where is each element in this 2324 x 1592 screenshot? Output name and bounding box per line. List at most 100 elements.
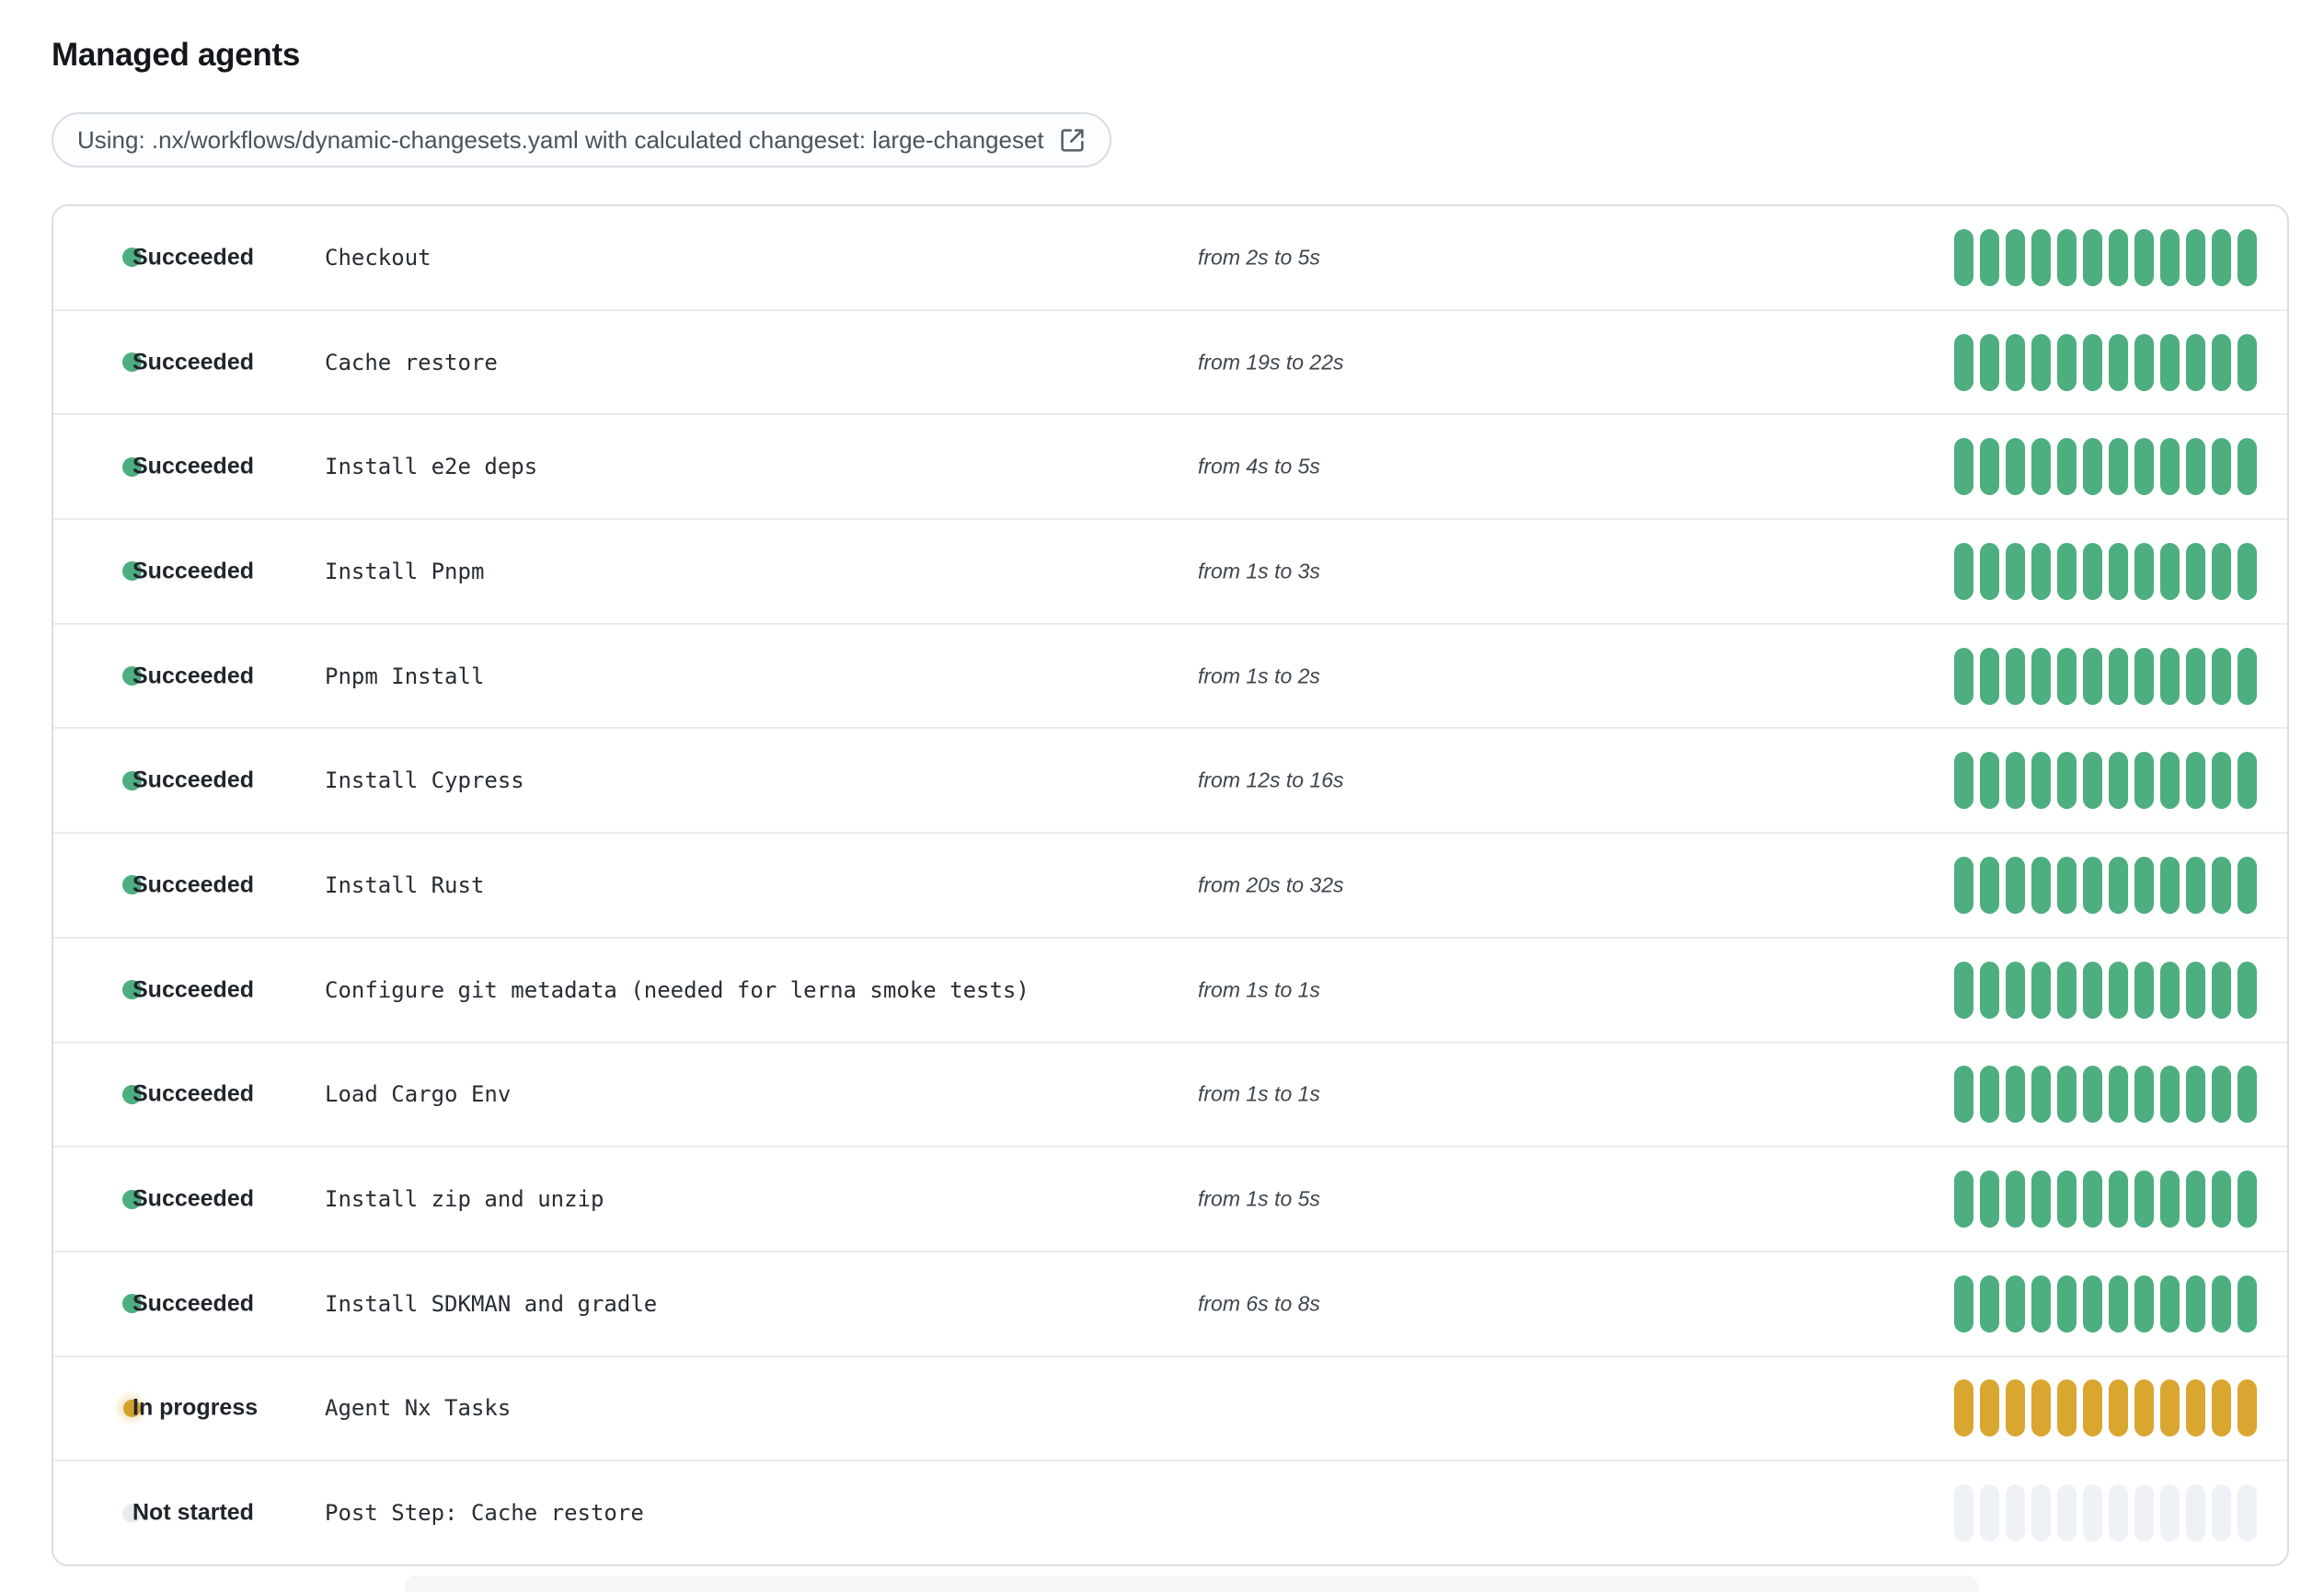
progress-segment — [2160, 856, 2180, 914]
progress-segment — [2134, 647, 2154, 705]
progress-segment — [2083, 1275, 2102, 1332]
progress-segment — [1954, 1066, 1973, 1124]
progress-segment — [1954, 856, 1973, 914]
status-label: Succeeded — [132, 1080, 255, 1107]
progress-segment — [2057, 438, 2077, 496]
progress-segment — [2109, 856, 2128, 914]
progress-segment — [2031, 856, 2051, 914]
progress-segment — [2134, 752, 2154, 810]
step-name: Checkout — [325, 244, 431, 271]
progress-segment — [2160, 1066, 2180, 1124]
progress-segment — [2160, 1379, 2180, 1437]
progress-segment — [1980, 1484, 1999, 1542]
progress-segment — [2109, 228, 2128, 286]
progress-segment — [2134, 1484, 2154, 1542]
progress-segment — [2006, 1379, 2025, 1437]
agent-step-row[interactable]: Succeeded Configure git metadata (needed… — [53, 936, 2287, 1042]
progress-segment — [1954, 1379, 1973, 1437]
progress-segment — [2212, 961, 2231, 1019]
next-section-peek — [405, 1575, 1978, 1592]
progress-segment — [2134, 1171, 2154, 1229]
progress-segment — [1954, 961, 1973, 1019]
progress-segment — [1980, 1275, 1999, 1332]
agent-step-row[interactable]: Succeeded Checkout from 2s to 5s — [53, 206, 2287, 309]
progress-segment — [2006, 1171, 2025, 1229]
progress-segment — [2186, 647, 2205, 705]
agent-step-row[interactable]: Succeeded Load Cargo Env from 1s to 1s — [53, 1041, 2287, 1147]
step-name: Load Cargo Env — [325, 1081, 512, 1108]
progress-segment — [1980, 542, 1999, 600]
status-label: Succeeded — [132, 1185, 255, 1212]
progress-segment — [2134, 856, 2154, 914]
agent-step-row[interactable]: Succeeded Install e2e deps from 4s to 5s — [53, 413, 2287, 518]
progress-segment — [2134, 438, 2154, 496]
progress-segment — [2160, 752, 2180, 810]
progress-segment — [2083, 1379, 2102, 1437]
status-label: Succeeded — [132, 244, 255, 271]
progress-segment — [2006, 333, 2025, 391]
progress-segment — [2031, 752, 2051, 810]
progress-bar — [1954, 438, 2257, 496]
progress-segment — [2160, 1275, 2180, 1332]
agent-step-row[interactable]: Succeeded Install Rust from 20s to 32s — [53, 832, 2287, 937]
workflow-banner[interactable]: Using: .nx/workflows/dynamic-changesets.… — [52, 112, 1111, 167]
agent-step-row[interactable]: Succeeded Install Pnpm from 1s to 3s — [53, 518, 2287, 623]
agent-step-row[interactable]: Succeeded Install zip and unzip from 1s … — [53, 1146, 2287, 1251]
progress-segment — [2186, 228, 2205, 286]
progress-segment — [2238, 1275, 2257, 1332]
progress-segment — [2186, 1379, 2205, 1437]
progress-segment — [1980, 438, 1999, 496]
progress-segment — [2160, 961, 2180, 1019]
progress-segment — [2109, 333, 2128, 391]
progress-segment — [2212, 228, 2231, 286]
progress-segment — [2006, 1275, 2025, 1332]
progress-segment — [2083, 228, 2102, 286]
progress-segment — [1954, 333, 1973, 391]
progress-segment — [1954, 542, 1973, 600]
agent-step-row[interactable]: Not started Post Step: Cache restore — [53, 1459, 2287, 1564]
progress-segment — [2212, 1379, 2231, 1437]
progress-segment — [2186, 856, 2205, 914]
progress-segment — [2212, 333, 2231, 391]
progress-bar — [1954, 1171, 2257, 1229]
step-name: Cache restore — [325, 349, 498, 375]
external-link-icon[interactable] — [1059, 127, 1086, 154]
progress-segment — [2186, 1484, 2205, 1542]
progress-segment — [2109, 1171, 2128, 1229]
duration-range: from 19s to 22s — [1198, 350, 1344, 375]
progress-segment — [2057, 542, 2077, 600]
agent-step-row[interactable]: Succeeded Cache restore from 19s to 22s — [53, 308, 2287, 414]
progress-segment — [2212, 1066, 2231, 1124]
progress-segment — [2160, 1171, 2180, 1229]
progress-segment — [2083, 856, 2102, 914]
step-name: Pnpm Install — [325, 663, 485, 689]
progress-segment — [2006, 856, 2025, 914]
progress-segment — [2006, 438, 2025, 496]
step-name: Agent Nx Tasks — [325, 1395, 512, 1422]
agent-step-row[interactable]: In progress Agent Nx Tasks — [53, 1355, 2287, 1460]
page-title: Managed agents — [52, 37, 301, 73]
agent-step-row[interactable]: Succeeded Install SDKMAN and gradle from… — [53, 1250, 2287, 1356]
agent-step-row[interactable]: Succeeded Pnpm Install from 1s to 2s — [53, 622, 2287, 728]
progress-segment — [2031, 438, 2051, 496]
progress-segment — [1980, 961, 1999, 1019]
step-name: Install Cypress — [325, 767, 524, 794]
duration-range: from 1s to 5s — [1198, 1186, 1320, 1211]
progress-segment — [2109, 1275, 2128, 1332]
progress-bar — [1954, 752, 2257, 810]
progress-segment — [2031, 542, 2051, 600]
progress-segment — [2006, 1484, 2025, 1542]
progress-segment — [2057, 752, 2077, 810]
progress-segment — [2212, 542, 2231, 600]
progress-segment — [2031, 228, 2051, 286]
progress-segment — [1980, 1066, 1999, 1124]
duration-range: from 1s to 1s — [1198, 977, 1320, 1002]
progress-segment — [2083, 647, 2102, 705]
agent-step-row[interactable]: Succeeded Install Cypress from 12s to 16… — [53, 727, 2287, 832]
progress-segment — [2212, 752, 2231, 810]
progress-segment — [2083, 438, 2102, 496]
step-name: Install e2e deps — [325, 454, 538, 480]
progress-segment — [2006, 228, 2025, 286]
status-label: Succeeded — [132, 767, 255, 793]
progress-segment — [2083, 961, 2102, 1019]
